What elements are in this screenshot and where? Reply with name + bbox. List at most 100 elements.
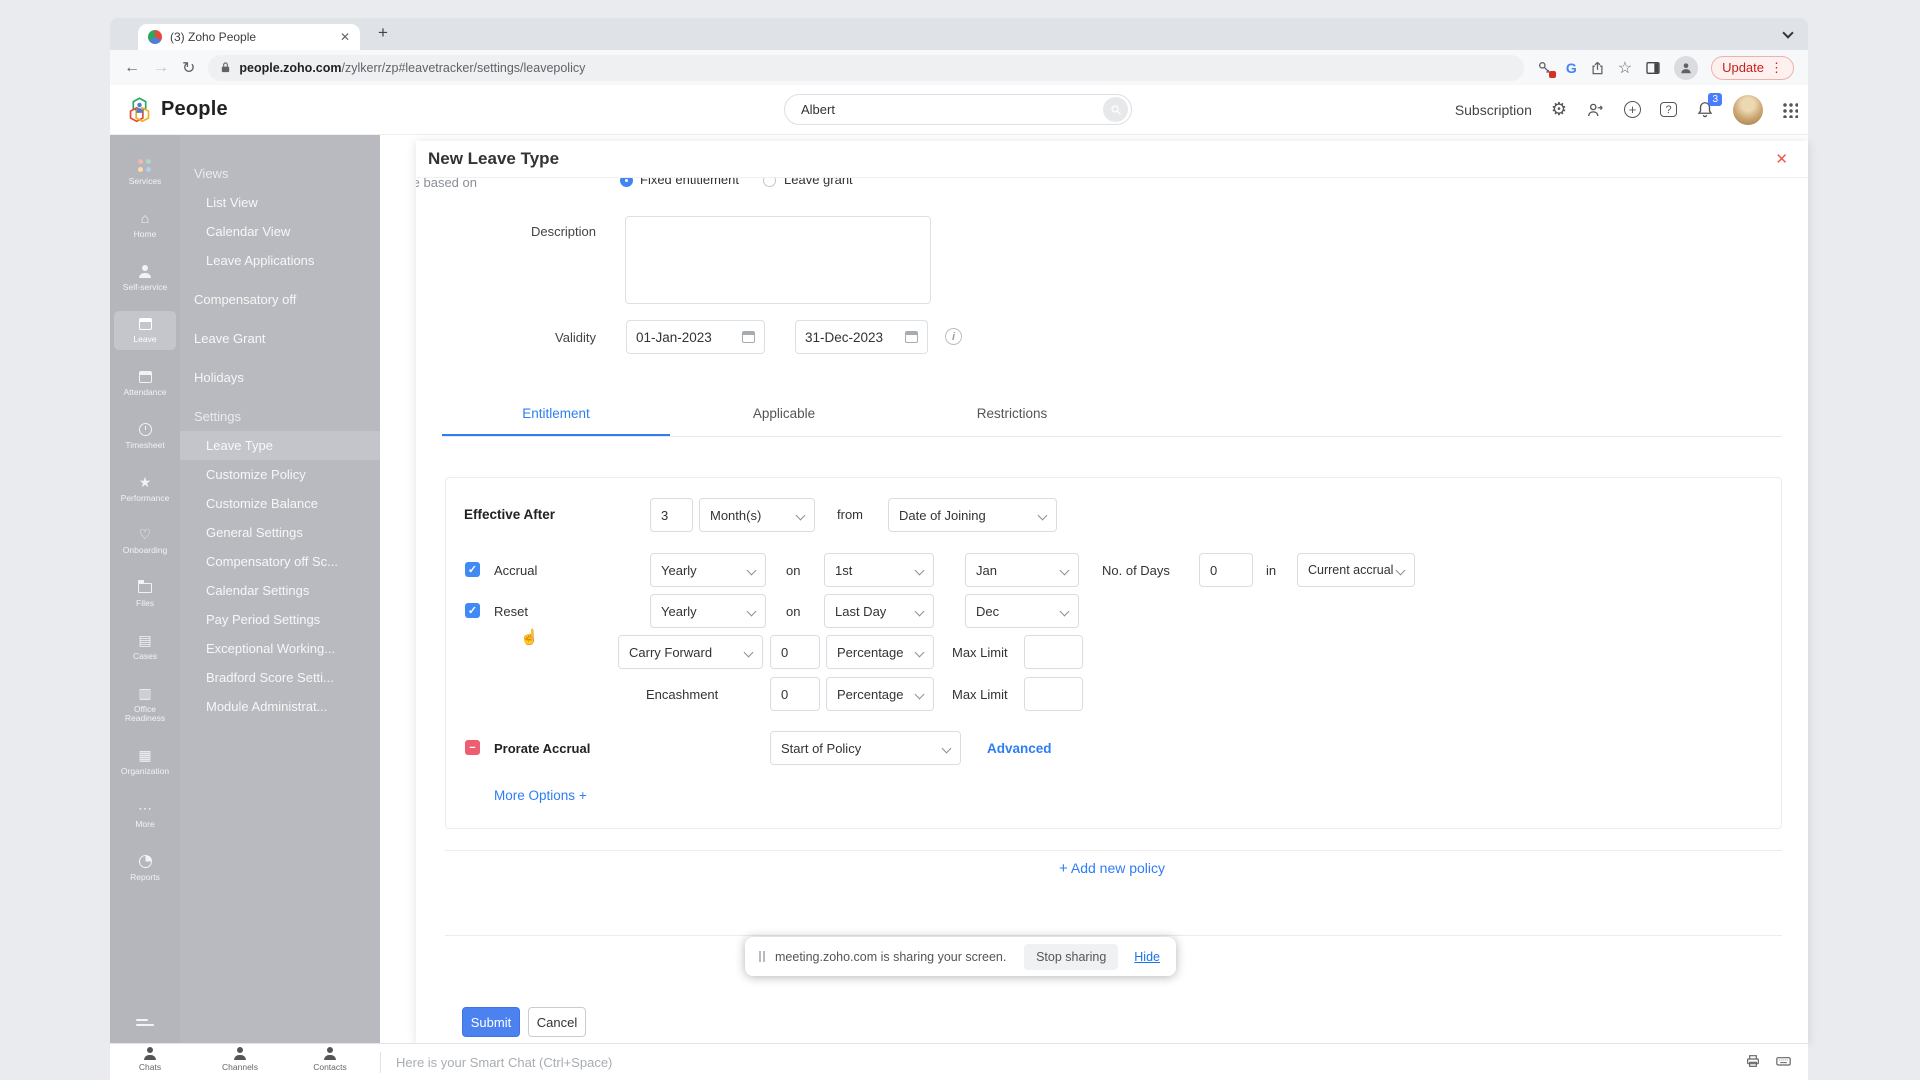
url-domain: people.zoho.com [239,60,342,75]
window-chevron-icon[interactable] [1782,27,1794,39]
password-key-icon[interactable] [1537,60,1556,78]
tab-entitlement[interactable]: Entitlement [442,406,670,421]
encash-max-limit-input[interactable] [1024,677,1083,711]
fixed-entitlement-radio[interactable] [620,178,633,187]
key-badge [1548,70,1556,78]
encashment-unit-select[interactable]: Percentage [826,677,934,711]
channels-icon [234,1047,247,1060]
submit-button[interactable]: Submit [462,1007,520,1037]
apps-grid-icon[interactable] [1782,101,1798,118]
prorate-select[interactable]: Start of Policy [770,731,961,765]
hide-link[interactable]: Hide [1134,950,1160,964]
notification-badge: 3 [1708,93,1722,106]
brand[interactable]: People [126,96,228,123]
address-bar[interactable]: people.zoho.com/zylkerr/zp#leavetracker/… [208,54,1524,81]
side-panel-icon[interactable] [1645,60,1661,76]
help-icon[interactable]: ? [1660,102,1677,117]
modal-close-icon[interactable]: ✕ [1775,150,1788,168]
accrual-on-label: on [786,563,801,578]
browser-menu-icon[interactable]: ⋮ [1770,60,1783,76]
accrual-month-select[interactable]: Jan [965,553,1079,587]
search-input[interactable]: Albert [784,94,1132,125]
url-path: /zylkerr/zp#leavetracker/settings/leavep… [341,60,586,75]
cancel-button[interactable]: Cancel [528,1007,586,1037]
brand-name: People [161,98,228,120]
new-tab-button[interactable]: + [378,23,388,43]
subscription-link[interactable]: Subscription [1455,102,1532,118]
validity-info-icon[interactable]: i [945,328,962,345]
advanced-link[interactable]: Advanced [987,741,1052,756]
carry-forward-value-input[interactable]: 0 [770,635,820,669]
calendar-icon[interactable] [742,331,755,343]
leave-grant-radio[interactable] [763,178,776,187]
carry-forward-select[interactable]: Carry Forward [618,635,763,669]
update-label: Update [1722,60,1764,75]
reset-frequency-select[interactable]: Yearly [650,594,766,628]
carry-forward-unit-select[interactable]: Percentage [826,635,934,669]
new-leave-type-modal: New Leave Type ✕ Balance based on Fixed … [416,141,1808,1043]
reset-checkbox[interactable]: ✓ [465,603,480,618]
effective-after-value-input[interactable]: 3 [650,498,693,532]
share-icon[interactable] [1590,60,1605,76]
google-extension-icon[interactable]: G [1566,60,1577,76]
carry-max-limit-input[interactable] [1024,635,1083,669]
modal-title: New Leave Type [428,149,560,168]
smart-chat-input[interactable]: Here is your Smart Chat (Ctrl+Space) [396,1055,612,1070]
more-options-link[interactable]: More Options + [494,788,587,803]
share-message: meeting.zoho.com is sharing your screen. [775,949,1007,964]
user-avatar[interactable] [1733,94,1763,125]
no-of-days-input[interactable]: 0 [1199,553,1253,587]
forward-button[interactable]: → [153,59,169,77]
validity-to-input[interactable]: 31-Dec-2023 [795,320,928,354]
chatbar-divider [380,1052,381,1073]
back-button[interactable]: ← [124,59,140,77]
add-new-policy-link[interactable]: + Add new policy [416,860,1808,877]
prorate-accrual-checkbox[interactable]: − [465,740,480,755]
reset-month-select[interactable]: Dec [965,594,1079,628]
effective-from-select[interactable]: Date of Joining [888,498,1057,532]
reload-button[interactable]: ↻ [182,58,195,78]
balance-based-on-label: Balance based on [416,177,477,190]
reset-label: Reset [494,604,528,619]
description-textarea[interactable] [625,216,931,304]
divider [445,850,1782,851]
effective-after-label: Effective After [464,507,556,522]
keyboard-icon[interactable] [1775,1053,1792,1069]
tabs-border [442,436,1782,437]
effective-after-unit-select[interactable]: Month(s) [699,498,815,532]
browser-profile-avatar[interactable] [1674,55,1699,80]
stop-sharing-button[interactable]: Stop sharing [1024,943,1119,970]
validity-from-input[interactable]: 01-Jan-2023 [626,320,765,354]
notifications-bell[interactable]: 3 [1696,93,1722,119]
zoho-favicon-icon [148,30,162,44]
settings-gear-icon[interactable]: ⚙ [1551,99,1567,120]
form-tabs: Entitlement Applicable Restrictions [442,406,1782,437]
printer-icon[interactable] [1745,1053,1761,1069]
encash-max-limit-label: Max Limit [952,687,1008,702]
calendar-icon[interactable] [905,331,918,343]
encashment-value-input[interactable]: 0 [770,677,820,711]
bookmark-star-icon[interactable]: ☆ [1618,58,1632,78]
app-header: People Albert Subscription ⚙ + ? 3 [110,85,1808,135]
accrual-day-select[interactable]: 1st [824,553,934,587]
search-icon [1110,104,1121,115]
tab-restrictions[interactable]: Restrictions [898,406,1126,421]
tab-applicable[interactable]: Applicable [670,406,898,421]
reset-day-select[interactable]: Last Day [824,594,934,628]
from-label: from [837,507,863,522]
accrual-checkbox[interactable]: ✓ [465,562,480,577]
tab-title: (3) Zoho People [170,30,257,44]
accrual-target-select[interactable]: Current accrual [1297,553,1415,587]
browser-tab[interactable]: (3) Zoho People ✕ [138,24,360,50]
search-button[interactable] [1103,97,1128,122]
accrual-frequency-select[interactable]: Yearly [650,553,766,587]
contacts-item[interactable]: Contacts [302,1047,358,1072]
tab-close-icon[interactable]: ✕ [340,30,350,44]
leave-grant-label: Leave grant [784,177,853,187]
chats-icon [144,1047,157,1060]
chats-item[interactable]: Chats [122,1047,178,1072]
chrome-update-button[interactable]: Update ⋮ [1711,55,1794,80]
channels-item[interactable]: Channels [212,1047,268,1072]
add-icon[interactable]: + [1624,101,1641,118]
referral-user-icon[interactable] [1586,101,1605,119]
